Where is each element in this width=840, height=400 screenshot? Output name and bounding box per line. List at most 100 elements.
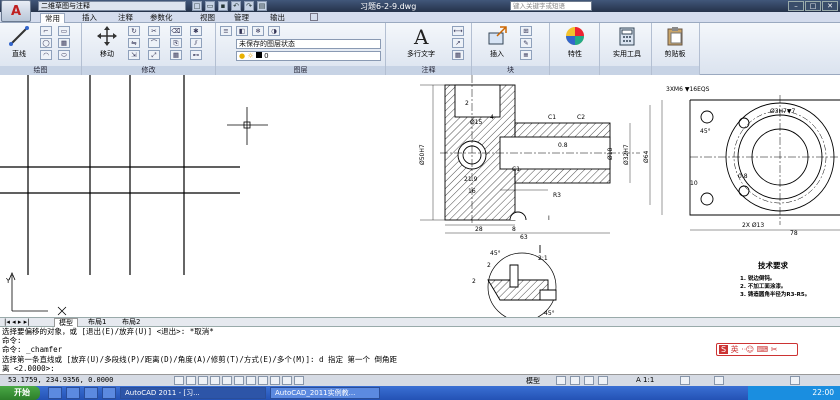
tab-layout2[interactable]: 布局2 [122, 318, 140, 327]
osnap-toggle[interactable] [234, 376, 244, 385]
line-button[interactable]: 直线 [2, 25, 36, 59]
clock-label[interactable]: 22:00 [812, 388, 834, 397]
otrack-toggle[interactable] [246, 376, 256, 385]
stretch-icon[interactable]: ⇲ [128, 50, 140, 60]
command-input[interactable]: 离 <2.0000>: [2, 364, 840, 373]
annotation-panel-label[interactable]: 注释 [386, 66, 471, 75]
mirror-icon[interactable]: ⇋ [128, 38, 140, 48]
array-icon[interactable]: ▦ [170, 50, 182, 60]
print-icon[interactable]: ▤ [257, 1, 267, 11]
application-menu-button[interactable]: A [1, 0, 31, 22]
workspace-dropdown[interactable]: 二维草图与注释 [38, 1, 186, 11]
utilities-panel-label[interactable] [600, 66, 651, 75]
taskbar-quicklaunch-icon[interactable] [84, 387, 98, 399]
draw-panel-label[interactable]: 绘图 [0, 66, 81, 75]
circle-icon[interactable]: ◯ [40, 38, 52, 48]
drawing-canvas[interactable]: Y C1 C2 0.8 4 2 Ø15 Ø50H7 21.9 16 C1 R3 … [0, 75, 840, 317]
layer-freeze-icon[interactable]: ❄ [252, 26, 264, 36]
tab-annotate[interactable]: 注释 [118, 13, 133, 22]
ducs-toggle[interactable] [258, 376, 268, 385]
tab-layout1[interactable]: 布局1 [88, 318, 106, 327]
clipboard-panel-label[interactable] [652, 66, 699, 75]
tab-nav-icon[interactable]: |◂ ◂ ▸ ▸| [4, 318, 29, 327]
clean-screen-icon[interactable] [790, 376, 800, 385]
start-button[interactable]: 开始 [0, 386, 40, 400]
layer-properties-icon[interactable]: ≡ [220, 26, 232, 36]
maximize-icon[interactable]: □ [805, 1, 821, 11]
ortho-toggle[interactable] [210, 376, 220, 385]
layer-isolate-icon[interactable]: ◧ [236, 26, 248, 36]
annotation-visibility-icon[interactable] [680, 376, 690, 385]
redo-icon[interactable]: ↷ [244, 1, 254, 11]
infer-constraints-toggle[interactable] [174, 376, 184, 385]
snap-toggle[interactable] [186, 376, 196, 385]
taskbar-quicklaunch-icon[interactable] [48, 387, 62, 399]
taskbar-autocad-window[interactable]: AutoCAD 2011 - [习... [120, 387, 266, 399]
scale-icon[interactable]: ⤢ [148, 50, 160, 60]
utilities-button[interactable]: 实用工具 [606, 25, 648, 59]
grid-toggle[interactable] [198, 376, 208, 385]
multiline-text-button[interactable]: A 多行文字 [396, 25, 446, 59]
explode-icon[interactable]: ✱ [190, 26, 202, 36]
tab-manage[interactable]: 管理 [234, 13, 249, 22]
tab-output[interactable]: 输出 [270, 13, 285, 22]
annotation-scale[interactable]: A 1:1 [636, 376, 654, 384]
rotate-icon[interactable]: ↻ [128, 26, 140, 36]
copy-icon[interactable]: ⎘ [170, 38, 182, 48]
insert-button[interactable]: 插入 [480, 25, 514, 59]
layer-off-icon[interactable]: ◑ [268, 26, 280, 36]
arc-icon[interactable]: ◠ [40, 50, 52, 60]
block-panel-label[interactable]: 块 [472, 66, 549, 75]
clipboard-button[interactable]: 剪贴板 [658, 25, 692, 59]
create-block-icon[interactable]: ⊞ [520, 26, 532, 36]
properties-button[interactable]: 特性 [558, 25, 592, 59]
tab-view[interactable]: 视图 [200, 13, 215, 22]
tab-parametric[interactable]: 参数化 [150, 13, 173, 22]
search-input[interactable]: 键入关键字或短语 [510, 1, 592, 11]
zoom-icon[interactable] [598, 376, 608, 385]
layer-state-dropdown[interactable]: 未保存的图层状态 [236, 39, 381, 49]
hatch-icon[interactable]: ▦ [58, 38, 70, 48]
polar-toggle[interactable] [222, 376, 232, 385]
move-button[interactable]: 移动 [90, 25, 124, 59]
open-icon[interactable]: ▭ [205, 1, 215, 11]
save-icon[interactable]: ▪ [218, 1, 228, 11]
modify-panel-label[interactable]: 修改 [82, 66, 215, 75]
erase-icon[interactable]: ⌫ [170, 26, 182, 36]
quick-properties-toggle[interactable] [294, 376, 304, 385]
offset-icon[interactable]: ⫽ [190, 38, 202, 48]
model-space-label[interactable]: 模型 [526, 376, 540, 386]
quick-view-drawings-icon[interactable] [570, 376, 580, 385]
lineweight-toggle[interactable] [282, 376, 292, 385]
leader-icon[interactable]: ↗ [452, 38, 464, 48]
tab-insert[interactable]: 插入 [82, 13, 97, 22]
fillet-icon[interactable]: ⌒ [148, 38, 160, 48]
properties-panel-label[interactable] [550, 66, 599, 75]
attribute-icon[interactable]: ≣ [520, 50, 532, 60]
ime-toolbar[interactable]: S 英 ·ᐧ☺ ⌨ ✂ [716, 343, 798, 356]
quick-view-layouts-icon[interactable] [556, 376, 566, 385]
tab-home[interactable]: 常用 [40, 13, 65, 23]
polyline-icon[interactable]: ⌐ [40, 26, 52, 36]
table-icon[interactable]: ▦ [452, 50, 464, 60]
command-window[interactable]: 选择要偏移的对象，或 [退出(E)/放弃(U)] <退出>: *取消* 命令: … [0, 327, 840, 374]
join-icon[interactable]: ⊷ [190, 50, 202, 60]
pan-icon[interactable] [584, 376, 594, 385]
close-icon[interactable]: ✕ [822, 1, 838, 11]
taskbar-document-window[interactable]: AutoCAD_2011实例教... [270, 387, 380, 399]
minimize-icon[interactable]: – [788, 1, 804, 11]
taskbar-quicklaunch-icon[interactable] [66, 387, 80, 399]
trim-icon[interactable]: ✂ [148, 26, 160, 36]
dyn-toggle[interactable] [270, 376, 280, 385]
new-icon[interactable]: □ [192, 1, 202, 11]
linear-dimension-icon[interactable]: ⟷ [452, 26, 464, 36]
workspace-switch-icon[interactable] [714, 376, 724, 385]
undo-icon[interactable]: ↶ [231, 1, 241, 11]
edit-block-icon[interactable]: ✎ [520, 38, 532, 48]
layers-panel-label[interactable]: 图层 [216, 66, 385, 75]
ribbon-minimize-icon[interactable] [310, 13, 318, 21]
current-layer-dropdown[interactable]: ● ☼ 0 [236, 51, 381, 61]
ellipse-icon[interactable]: ⬭ [58, 50, 70, 60]
taskbar-quicklaunch-icon[interactable] [102, 387, 116, 399]
rectangle-icon[interactable]: ▭ [58, 26, 70, 36]
